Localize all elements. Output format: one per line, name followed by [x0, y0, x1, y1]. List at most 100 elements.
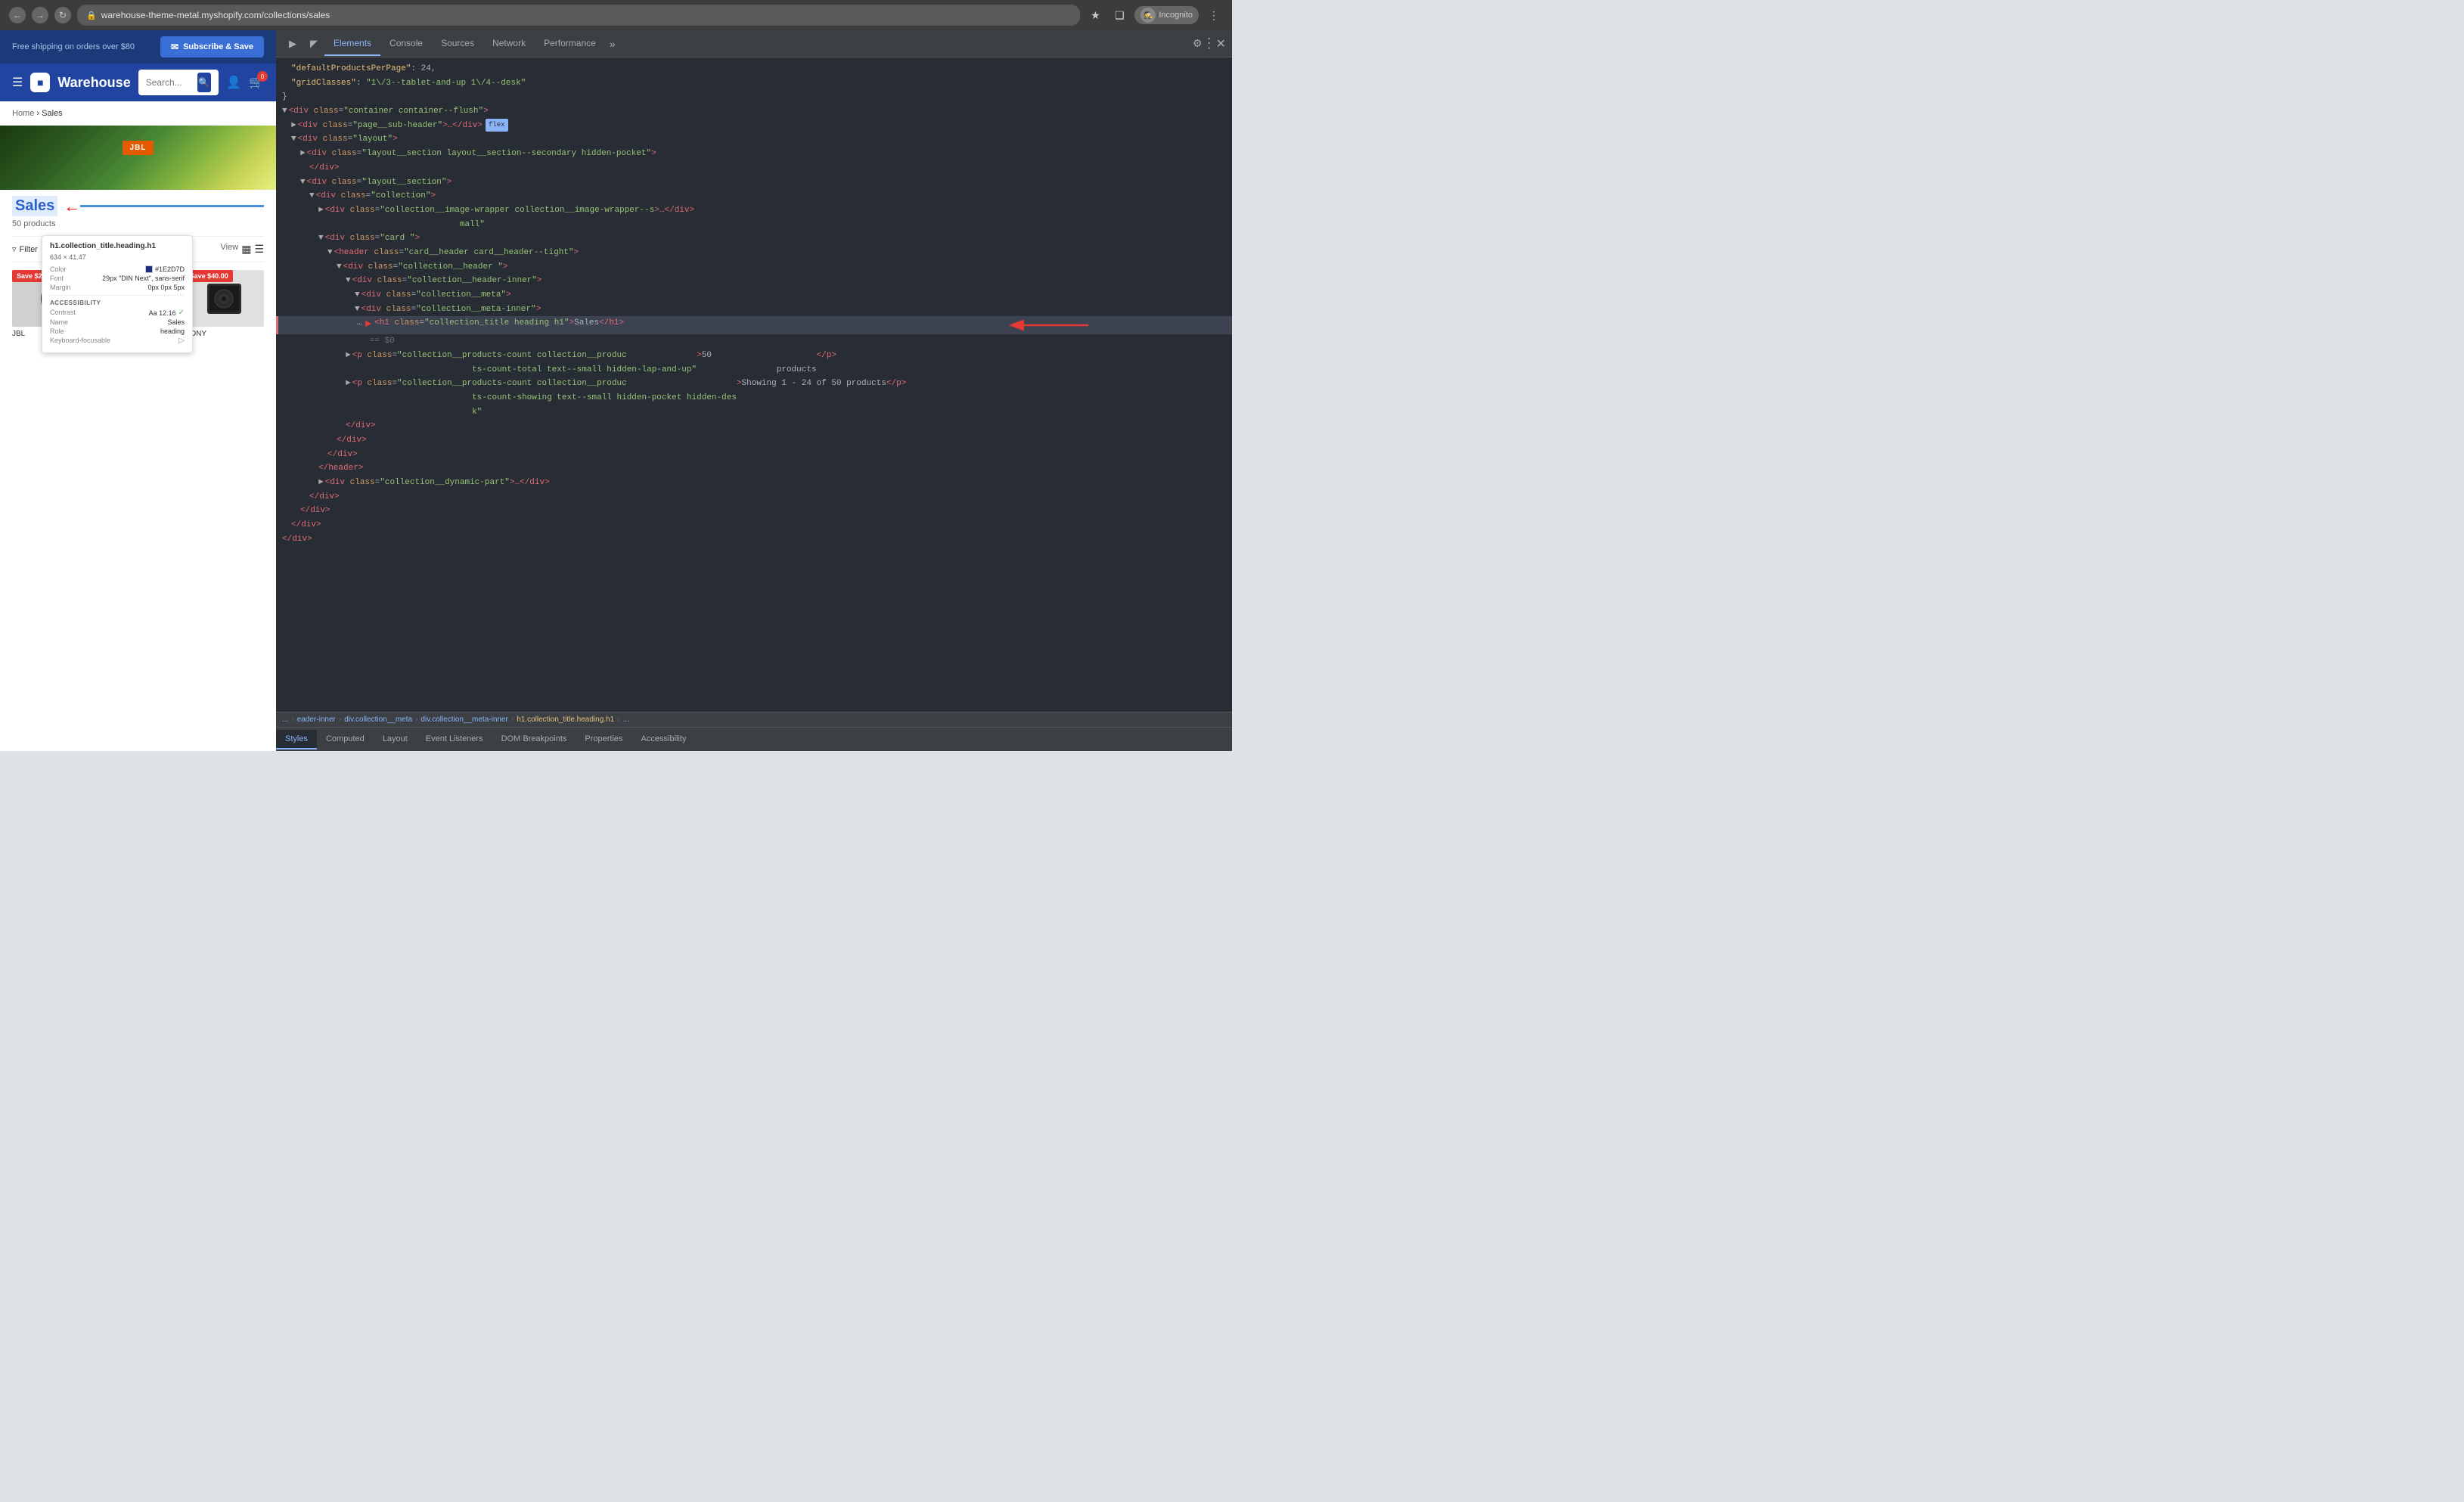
inspect-button[interactable]: ▶: [282, 33, 303, 54]
search-bar: 🔍: [138, 70, 219, 95]
breadcrumb-home[interactable]: Home: [12, 109, 34, 118]
expand-icon[interactable]: ▼: [346, 274, 351, 288]
breadcrumb-collection-meta[interactable]: div.collection__meta: [344, 715, 412, 724]
code-line: == $0: [276, 334, 1232, 349]
tab-performance[interactable]: Performance: [535, 32, 605, 56]
collection-area: JBL h1.collection_title.heading.h1 634 ×…: [0, 126, 276, 190]
browser-chrome: ← → ↻ 🔒 Warehouse warehouse-theme-metal.…: [0, 0, 1232, 30]
window-button[interactable]: ❑: [1110, 6, 1128, 24]
bottom-tab-styles[interactable]: Styles: [276, 730, 317, 749]
search-button[interactable]: 🔍: [197, 73, 212, 92]
expand-icon[interactable]: ►: [346, 349, 351, 363]
tooltip-keyboard-row: Keyboard-focusable ▷: [50, 337, 185, 345]
collection-image: JBL: [0, 126, 276, 190]
collection-title: Sales: [12, 196, 57, 216]
url-domain: warehouse-theme-metal.myshopify.com: [101, 10, 262, 20]
code-line: ►<p class="collection__products-count co…: [276, 349, 1232, 377]
expand-icon[interactable]: ▼: [309, 189, 315, 203]
breadcrumb: Home › Sales: [0, 101, 276, 126]
code-line: </div>: [276, 419, 1232, 433]
devtools-settings-button[interactable]: ⚙: [1193, 37, 1203, 50]
expand-icon[interactable]: ▼: [318, 231, 324, 246]
bookmark-button[interactable]: ★: [1086, 6, 1104, 24]
code-line: ►<p class="collection__products-count co…: [276, 377, 1232, 419]
expand-icon[interactable]: ►: [291, 119, 296, 133]
back-button[interactable]: ←: [9, 7, 26, 23]
incognito-badge: 🕵 Incognito: [1134, 6, 1199, 24]
expand-icon[interactable]: ►: [346, 377, 351, 391]
forward-button[interactable]: →: [32, 7, 48, 23]
code-line: </div>: [276, 490, 1232, 504]
search-input[interactable]: [146, 77, 193, 88]
bottom-tab-event-listeners[interactable]: Event Listeners: [417, 730, 492, 749]
products-count: 50 products: [12, 219, 264, 228]
breadcrumb-header-inner[interactable]: eader-inner: [297, 715, 336, 724]
breadcrumb-end[interactable]: ...: [623, 715, 629, 724]
tab-sources[interactable]: Sources: [432, 32, 483, 56]
tab-network[interactable]: Network: [483, 32, 535, 56]
bottom-tab-computed[interactable]: Computed: [317, 730, 374, 749]
account-button[interactable]: 👤: [226, 75, 241, 90]
code-line: </div>: [276, 161, 1232, 175]
code-line: ▼<div class="layout__section">: [276, 175, 1232, 190]
bottom-tab-properties[interactable]: Properties: [576, 730, 632, 749]
address-bar[interactable]: 🔒 Warehouse warehouse-theme-metal.myshop…: [77, 5, 1080, 26]
tooltip-font-row: Font 29px "DIN Next", sans-serif: [50, 275, 185, 282]
code-area[interactable]: "defaultProductsPerPage": 24, "gridClass…: [276, 57, 1232, 712]
device-toggle-button[interactable]: ◤: [303, 33, 324, 54]
logo-icon: ■: [37, 76, 43, 88]
expand-icon[interactable]: ►: [300, 147, 306, 161]
list-view-button[interactable]: ☰: [254, 243, 264, 256]
cart-button[interactable]: 🛒 0: [249, 75, 264, 90]
h1-code-line: … ► <h1 class="collection_title heading …: [276, 316, 1232, 334]
breadcrumb-ellipsis[interactable]: ...: [282, 715, 288, 724]
url-text: Warehouse warehouse-theme-metal.myshopif…: [101, 10, 330, 20]
code-line: </div>: [276, 518, 1232, 532]
bottom-tab-dom-breakpoints[interactable]: DOM Breakpoints: [492, 730, 576, 749]
cart-badge: 0: [257, 71, 268, 82]
expand-icon[interactable]: ▼: [327, 246, 333, 260]
banner-text: Free shipping on orders over $80: [12, 42, 135, 51]
tab-elements[interactable]: Elements: [324, 32, 380, 56]
code-line: ▼<header class="card__header card__heade…: [276, 246, 1232, 260]
url-path: /collections/sales: [262, 10, 330, 20]
expand-icon[interactable]: ▼: [300, 175, 306, 190]
breadcrumb-h1[interactable]: h1.collection_title.heading.h1: [517, 715, 614, 724]
filter-button[interactable]: ▿ Filter: [12, 244, 38, 254]
expand-icon[interactable]: ▼: [355, 288, 360, 303]
more-button[interactable]: ⋮: [1205, 6, 1223, 24]
tab-console[interactable]: Console: [380, 32, 432, 56]
filter-label: Filter: [20, 245, 38, 254]
code-line: ▼<div class="collection__header-inner">: [276, 274, 1232, 288]
hamburger-button[interactable]: ☰: [12, 75, 23, 90]
code-line: ▼<div class="collection">: [276, 189, 1232, 203]
tooltip-element-name: h1.collection_title.heading.h1: [50, 242, 185, 250]
view-label: View: [221, 243, 239, 256]
subscribe-save-button[interactable]: ✉ Subscribe & Save: [160, 36, 264, 57]
devtools-bottom-tabs: Styles Computed Layout Event Listeners D…: [276, 727, 1232, 751]
incognito-icon: 🕵: [1140, 8, 1156, 23]
expand-icon[interactable]: ►: [318, 203, 324, 218]
lock-icon: 🔒: [86, 11, 97, 20]
devtools-close-button[interactable]: ✕: [1216, 36, 1226, 51]
left-arrow-annotation: ←: [64, 197, 80, 216]
reload-button[interactable]: ↻: [54, 7, 71, 23]
red-arrow-svg: [1005, 318, 1096, 333]
jbl-logo: JBL: [123, 141, 154, 155]
expand-icon[interactable]: ▼: [282, 104, 287, 119]
expand-icon[interactable]: ▼: [355, 303, 360, 317]
product-card-2: Save $40.00 SONY: [185, 270, 264, 338]
devtools-menu-button[interactable]: ⋮: [1203, 36, 1216, 51]
devtools-toolbar: ▶ ◤ Elements Console Sources Network Per…: [276, 30, 1232, 57]
expand-icon[interactable]: ►: [318, 476, 324, 490]
expand-icon[interactable]: ▼: [337, 260, 342, 275]
bottom-tab-accessibility[interactable]: Accessibility: [632, 730, 696, 749]
bottom-tab-layout[interactable]: Layout: [374, 730, 417, 749]
expand-icon[interactable]: ▼: [291, 132, 296, 147]
breadcrumb-meta-inner[interactable]: div.collection__meta-inner: [420, 715, 507, 724]
tooltip-margin-row: Margin 0px 0px 5px: [50, 284, 185, 291]
tooltip-size: 634 × 41.47: [50, 253, 185, 261]
more-tabs-button[interactable]: »: [605, 32, 620, 56]
grid-view-button[interactable]: ▦: [241, 243, 251, 256]
top-banner: Free shipping on orders over $80 ✉ Subsc…: [0, 30, 276, 64]
